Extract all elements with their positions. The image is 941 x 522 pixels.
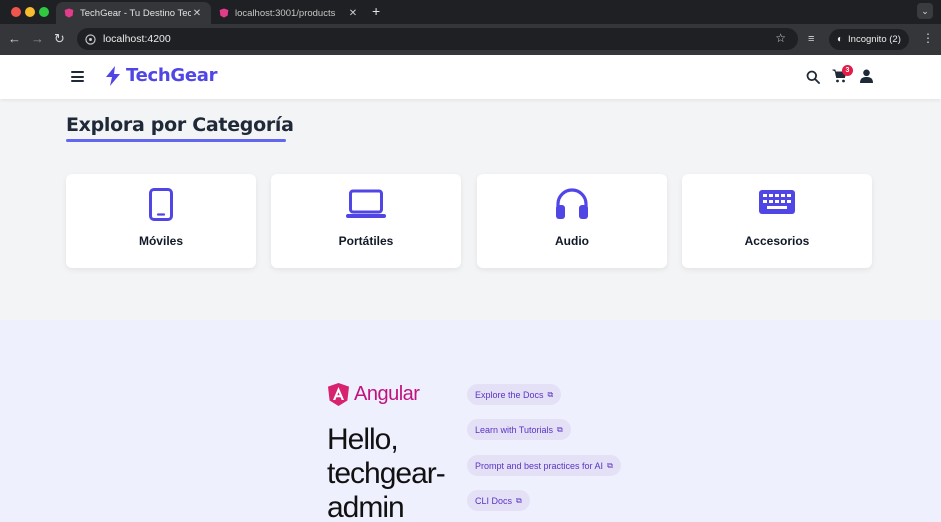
external-link-icon: ⧉	[516, 495, 522, 505]
browser-tab-strip: TechGear - Tu Destino Tecnol ✕ localhost…	[0, 0, 941, 24]
site-logo[interactable]: TechGear	[105, 65, 217, 86]
external-link-icon: ⧉	[557, 424, 563, 434]
browser-menu-icon[interactable]: ⋮	[922, 32, 934, 44]
lightning-bolt-icon	[106, 65, 120, 86]
search-icon[interactable]	[806, 70, 820, 84]
laptop-icon	[346, 189, 386, 218]
bookmark-star-icon[interactable]: ☆	[775, 31, 786, 45]
tab-search-icon[interactable]: ⌄	[917, 3, 933, 19]
category-card-accesorios[interactable]: Accesorios	[682, 174, 872, 268]
explore-docs-link[interactable]: Explore the Docs ⧉	[467, 384, 562, 405]
hello-line: admin	[327, 491, 405, 522]
headphones-icon	[556, 188, 588, 219]
category-card-moviles[interactable]: Móviles	[66, 174, 256, 268]
external-link-icon: ⧉	[607, 460, 613, 470]
incognito-profile-button[interactable]: ◐ Incognito (2)	[829, 29, 909, 50]
ai-best-practices-link[interactable]: Prompt and best practices for AI ⧉	[467, 455, 621, 476]
category-label: Audio	[555, 234, 589, 248]
user-icon[interactable]	[860, 69, 873, 83]
menu-hamburger-icon[interactable]	[71, 71, 84, 82]
tab-title: localhost:3001/products	[235, 7, 336, 19]
cart-count-badge: 3	[842, 65, 853, 76]
window-minimize-button[interactable]	[25, 7, 35, 17]
title-underline	[66, 139, 286, 142]
link-label: Explore the Docs	[475, 389, 544, 400]
category-label: Accesorios	[744, 234, 810, 248]
angular-favicon-icon	[219, 8, 229, 18]
window-maximize-button[interactable]	[39, 7, 49, 17]
tab-close-icon[interactable]: ✕	[191, 8, 203, 19]
category-card-audio[interactable]: Audio	[477, 174, 667, 268]
category-card-portatiles[interactable]: Portátiles	[271, 174, 461, 268]
brand-name: TechGear	[126, 65, 218, 86]
media-controls-icon[interactable]: ≡	[808, 33, 814, 45]
back-icon[interactable]: ←	[8, 32, 21, 46]
site-info-icon[interactable]	[85, 33, 96, 45]
tab-close-icon[interactable]: ✕	[347, 8, 359, 19]
link-label: CLI Docs	[475, 495, 513, 506]
category-label: Móviles	[138, 234, 183, 248]
link-label: Prompt and best practices for AI	[475, 460, 604, 471]
tab-products[interactable]: localhost:3001/products ✕	[211, 2, 367, 24]
hello-line: techgear-	[327, 457, 446, 490]
address-bar[interactable]: localhost:4200 ☆	[77, 28, 798, 50]
hello-line: Hello,	[327, 423, 399, 456]
page-viewport: TechGear 3 Explora por Categoría Móviles	[0, 55, 941, 522]
tab-title: TechGear - Tu Destino Tecnol	[80, 7, 191, 19]
reload-icon[interactable]: ↻	[54, 32, 65, 46]
browser-toolbar: ← → ↻ localhost:4200 ☆ ≡ ◐ Incognito (2)…	[0, 24, 941, 55]
keyboard-icon	[759, 190, 795, 214]
angular-shield-icon	[328, 383, 349, 406]
new-tab-icon[interactable]: +	[372, 3, 380, 19]
external-link-icon: ⧉	[547, 389, 554, 399]
site-header: TechGear 3	[0, 55, 941, 99]
categories-title: Explora por Categoría	[66, 114, 294, 136]
mobile-icon	[149, 188, 173, 221]
window-close-button[interactable]	[11, 7, 21, 17]
cli-docs-link[interactable]: CLI Docs ⧉	[467, 490, 530, 511]
link-label: Learn with Tutorials	[475, 424, 554, 435]
angular-wordmark: Angular	[354, 383, 420, 405]
url-text: localhost:4200	[103, 33, 171, 45]
forward-icon[interactable]: →	[31, 32, 44, 46]
incognito-icon: ◐	[837, 34, 844, 45]
angular-logo: Angular	[328, 383, 420, 406]
angular-favicon-icon	[64, 8, 74, 18]
tutorials-link[interactable]: Learn with Tutorials ⧉	[467, 419, 571, 440]
incognito-label: Incognito (2)	[848, 34, 901, 45]
angular-welcome-section: Angular Hello, techgear- admin Explore t…	[0, 320, 941, 522]
category-label: Portátiles	[338, 234, 394, 248]
tab-techgear[interactable]: TechGear - Tu Destino Tecnol ✕	[56, 2, 211, 24]
hello-heading: Hello, techgear- admin	[327, 423, 446, 522]
